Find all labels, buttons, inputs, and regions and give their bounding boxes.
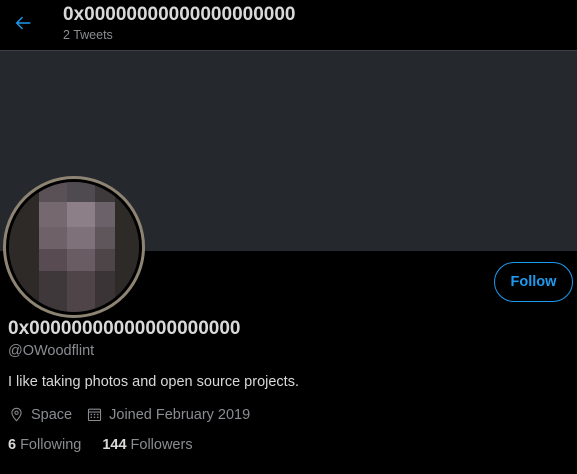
profile-bio: I like taking photos and open source pro… bbox=[8, 374, 299, 390]
header-title: 0x00000000000000000000 bbox=[63, 4, 296, 25]
calendar-icon bbox=[88, 408, 102, 422]
profile-header-bar: 0x00000000000000000000 2 Tweets bbox=[0, 0, 577, 51]
join-date-text: Joined February 2019 bbox=[109, 406, 251, 423]
following-link[interactable]: 6 Following bbox=[8, 437, 81, 453]
tweet-count: 2 Tweets bbox=[63, 28, 113, 42]
location: Space bbox=[8, 406, 72, 423]
followers-label: Followers bbox=[130, 437, 193, 453]
avatar[interactable] bbox=[3, 176, 145, 318]
display-name: 0x00000000000000000000 bbox=[8, 318, 241, 339]
follow-button[interactable]: Follow bbox=[494, 262, 573, 302]
join-date: Joined February 2019 bbox=[86, 406, 250, 423]
followers-count: 144 bbox=[102, 437, 127, 453]
back-button[interactable] bbox=[8, 8, 38, 38]
followers-link[interactable]: 144 Followers bbox=[102, 437, 192, 453]
user-handle: @OWoodflint bbox=[8, 343, 95, 359]
following-label: Following bbox=[20, 437, 82, 453]
location-pin-icon bbox=[11, 407, 22, 422]
profile-meta: Space Joined February 2019 bbox=[8, 406, 264, 423]
follow-stats: 6 Following 144 Followers bbox=[8, 437, 214, 453]
following-count: 6 bbox=[8, 437, 17, 453]
avatar-image bbox=[9, 182, 139, 312]
arrow-left-icon bbox=[15, 16, 31, 30]
location-text: Space bbox=[31, 406, 73, 423]
